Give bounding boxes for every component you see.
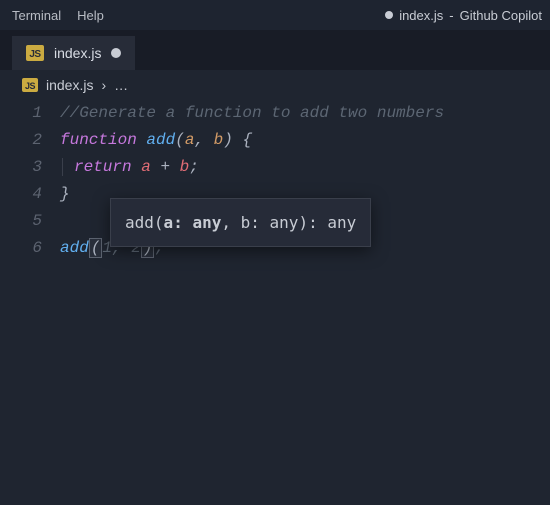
tabbar: JS index.js <box>0 30 550 70</box>
line-number: 6 <box>0 235 60 262</box>
signature-help-tooltip: add(a: any, b: any): any <box>110 198 371 247</box>
title-sep: - <box>449 8 453 23</box>
line-number: 1 <box>0 100 60 127</box>
line-number: 2 <box>0 127 60 154</box>
code-line: function add(a, b) { <box>60 127 550 154</box>
tab-dirty-icon <box>111 48 121 58</box>
breadcrumb-ellipsis: … <box>114 77 128 93</box>
dirty-dot-icon <box>385 11 393 19</box>
breadcrumb[interactable]: JS index.js › … <box>0 70 550 100</box>
line-number: 4 <box>0 181 60 208</box>
title-filename: index.js <box>399 8 443 23</box>
js-icon: JS <box>26 45 44 61</box>
code-comment: //Generate a function to add two numbers <box>60 100 550 127</box>
chevron-right-icon: › <box>101 77 106 93</box>
js-icon: JS <box>22 78 38 92</box>
code-line: return a + b; <box>60 154 550 181</box>
line-number: 5 <box>0 208 60 235</box>
tab-index-js[interactable]: JS index.js <box>12 36 135 70</box>
menubar: Terminal Help index.js - Github Copilot <box>0 0 550 30</box>
line-number: 3 <box>0 154 60 181</box>
tab-filename: index.js <box>54 45 101 61</box>
window-title: index.js - Github Copilot <box>385 8 546 23</box>
menu-terminal[interactable]: Terminal <box>4 4 69 27</box>
title-app: Github Copilot <box>460 8 542 23</box>
breadcrumb-filename: index.js <box>46 77 93 93</box>
menu-help[interactable]: Help <box>69 4 112 27</box>
code-editor[interactable]: 1 //Generate a function to add two numbe… <box>0 100 550 505</box>
